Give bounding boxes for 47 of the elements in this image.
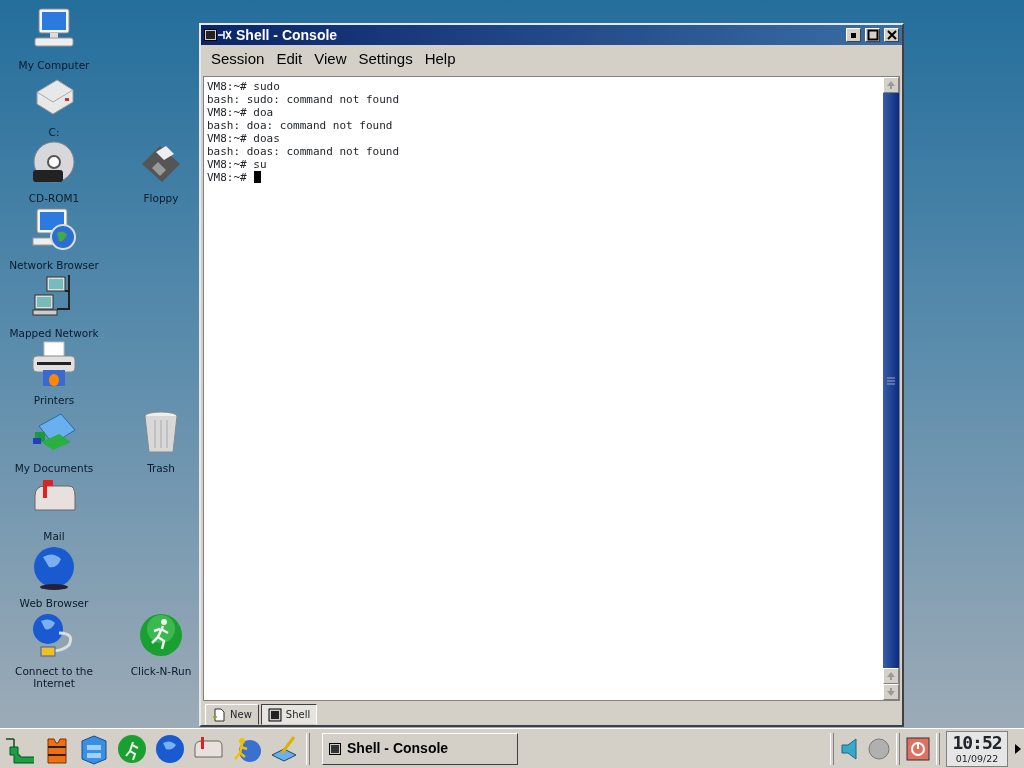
runner-icon[interactable] — [116, 732, 148, 765]
terminal-icon[interactable] — [204, 29, 232, 41]
terminal-line: VM8:~# sudo — [207, 80, 280, 93]
icon-label[interactable]: Trash — [147, 462, 175, 474]
grip-icon[interactable] — [886, 376, 896, 385]
icon-label[interactable]: Connect to the Internet — [6, 665, 102, 689]
session-tab[interactable]: Shell — [260, 704, 318, 725]
icon-label[interactable]: Printers — [33, 394, 75, 406]
terminal-line: VM8:~# — [207, 171, 247, 184]
icon-label[interactable]: C: — [48, 126, 60, 138]
maximize-button[interactable] — [865, 28, 880, 42]
terminal-line: bash: sudo: command not found — [207, 93, 400, 106]
terminal-icon[interactable] — [267, 707, 282, 722]
terminal-icon[interactable] — [329, 742, 341, 755]
task-button[interactable]: Shell - Console — [322, 732, 518, 765]
terminal-line: VM8:~# doas — [207, 132, 280, 145]
clock-date: 01/09/22 — [955, 752, 999, 765]
icon-label[interactable]: Web Browser — [19, 597, 89, 609]
icon-label[interactable]: Floppy — [143, 192, 179, 204]
clock[interactable]: 10:52 01/09/22 — [946, 730, 1008, 767]
terminal-line: VM8:~# su — [207, 158, 267, 171]
power-icon[interactable] — [906, 736, 930, 761]
icon-label[interactable]: Network Browser — [9, 259, 99, 271]
cabinet-icon[interactable] — [78, 732, 110, 765]
expand-arrow-icon[interactable] — [1014, 742, 1022, 755]
icon-label[interactable]: Mail — [43, 530, 65, 542]
menu-item[interactable]: Settings — [352, 47, 419, 71]
icon-label[interactable]: CD-ROM1 — [28, 192, 80, 204]
window-title: Shell - Console — [236, 25, 339, 45]
menu-item[interactable]: View — [308, 47, 353, 71]
terminal-line: bash: doas: command not found — [207, 145, 400, 158]
menu-item[interactable]: Help — [418, 47, 462, 71]
clock-time: 10:52 — [952, 731, 1002, 753]
terminal-line: bash: doa: command not found — [207, 119, 393, 132]
icon-label[interactable]: Mapped Network — [9, 327, 99, 339]
session-tab[interactable]: New — [205, 704, 259, 725]
icon-label[interactable]: My Documents — [14, 462, 94, 474]
terminal-line: VM8:~# doa — [207, 106, 274, 119]
new-document-icon[interactable] — [212, 707, 226, 722]
menu-item[interactable]: Edit — [270, 47, 309, 71]
menu-item[interactable]: Session — [205, 47, 271, 71]
network-status-icon[interactable] — [868, 737, 890, 760]
minimize-icon[interactable] — [851, 32, 856, 38]
globe-icon[interactable] — [154, 732, 186, 765]
minimize-button[interactable] — [846, 28, 861, 42]
close-button[interactable] — [884, 28, 899, 42]
icon-label[interactable]: Click-N-Run — [130, 665, 192, 677]
